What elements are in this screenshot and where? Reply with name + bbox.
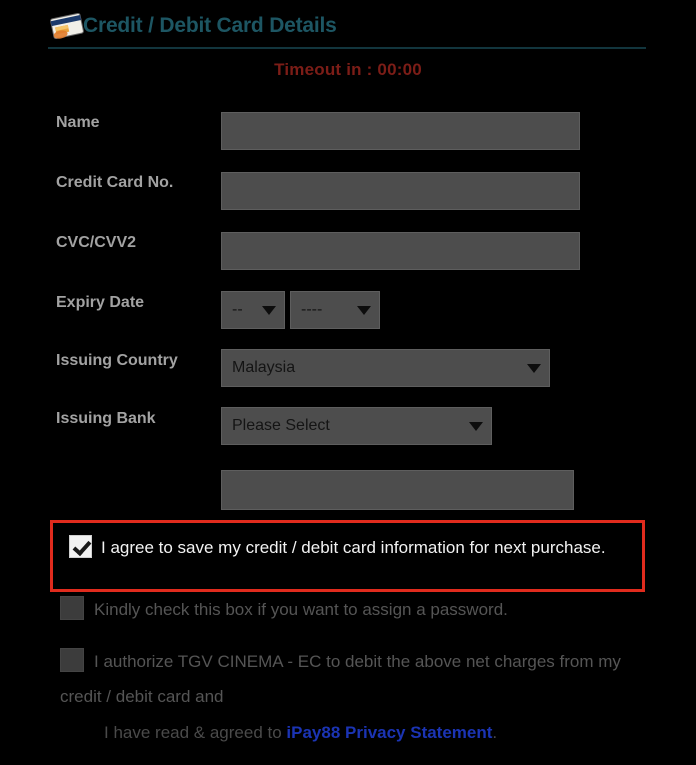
authorize-consent-label: I authorize TGV CINEMA - EC to debit the… [60, 652, 621, 706]
label-expiry-date: Expiry Date [56, 294, 145, 311]
additional-input[interactable] [221, 470, 574, 510]
page-header: Credit / Debit Card Details [48, 8, 648, 44]
credit-card-icon [48, 12, 86, 40]
label-issuing-bank: Issuing Bank [56, 410, 156, 427]
authorize-checkbox[interactable] [60, 648, 84, 672]
label-issuing-country: Issuing Country [56, 352, 178, 369]
chevron-down-icon [527, 363, 541, 373]
save-card-consent-highlight: I agree to save my credit / debit card i… [50, 520, 645, 592]
timeout-text: Timeout in : 00:00 [274, 60, 422, 79]
save-card-consent-row[interactable]: I agree to save my credit / debit card i… [69, 530, 629, 565]
issuing-bank-value: Please Select [232, 417, 330, 434]
chevron-down-icon [262, 305, 276, 315]
issuing-bank-select[interactable]: Please Select [221, 407, 492, 445]
label-name: Name [56, 114, 100, 131]
privacy-prefix-text: I have read & agreed to [104, 723, 287, 742]
cvc-cvv2-input[interactable] [221, 232, 580, 270]
authorize-consent-row[interactable]: I authorize TGV CINEMA - EC to debit the… [60, 644, 650, 714]
expiry-month-select[interactable]: -- [221, 291, 285, 329]
expiry-year-value: ---- [301, 301, 323, 318]
save-card-checkbox[interactable] [69, 535, 92, 558]
chevron-down-icon [469, 421, 483, 431]
issuing-country-select[interactable]: Malaysia [221, 349, 550, 387]
page-title: Credit / Debit Card Details [83, 14, 337, 37]
privacy-suffix-text: . [492, 723, 498, 742]
label-cvc-cvv2: CVC/CVV2 [56, 234, 137, 251]
password-consent-row[interactable]: Kindly check this box if you want to ass… [60, 592, 650, 627]
payment-page: Credit / Debit Card Details Timeout in :… [0, 0, 696, 765]
ipay88-privacy-statement-link[interactable]: iPay88 Privacy Statement [286, 723, 492, 742]
privacy-agreement-row: I have read & agreed to iPay88 Privacy S… [104, 723, 664, 743]
label-credit-card-no: Credit Card No. [56, 174, 174, 191]
chevron-down-icon [357, 305, 371, 315]
expiry-month-value: -- [232, 301, 243, 318]
header-divider [48, 47, 646, 49]
save-card-consent-label: I agree to save my credit / debit card i… [101, 538, 606, 557]
password-consent-label: Kindly check this box if you want to ass… [94, 600, 508, 619]
issuing-country-value: Malaysia [232, 359, 296, 376]
credit-card-number-input[interactable] [221, 172, 580, 210]
password-checkbox[interactable] [60, 596, 84, 620]
expiry-year-select[interactable]: ---- [290, 291, 380, 329]
name-input[interactable] [221, 112, 580, 150]
